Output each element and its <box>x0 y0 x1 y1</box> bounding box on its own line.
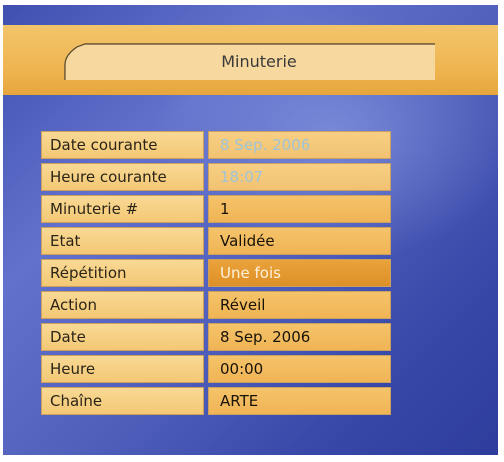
value-date[interactable]: 8 Sep. 2006 <box>208 323 391 351</box>
value-minuterie-number[interactable]: 1 <box>208 195 391 223</box>
value-heure-courante: 18:07 <box>208 163 391 191</box>
label-date: Date <box>41 323 204 351</box>
label-heure-courante: Heure courante <box>41 163 204 191</box>
value-date-courante: 8 Sep. 2006 <box>208 131 391 159</box>
tv-screen: Minuterie Date courante 8 Sep. 2006 Heur… <box>3 5 498 455</box>
row-repetition[interactable]: Répétition Une fois <box>41 259 391 287</box>
row-heure-courante: Heure courante 18:07 <box>41 163 391 191</box>
row-date-courante: Date courante 8 Sep. 2006 <box>41 131 391 159</box>
row-heure[interactable]: Heure 00:00 <box>41 355 391 383</box>
value-chaine[interactable]: ARTE <box>208 387 391 415</box>
value-heure[interactable]: 00:00 <box>208 355 391 383</box>
label-chaine: Chaîne <box>41 387 204 415</box>
title-tab: Minuterie <box>63 43 435 81</box>
label-heure: Heure <box>41 355 204 383</box>
row-chaine[interactable]: Chaîne ARTE <box>41 387 391 415</box>
page-title: Minuterie <box>221 52 297 71</box>
value-etat[interactable]: Validée <box>208 227 391 255</box>
label-minuterie-number: Minuterie # <box>41 195 204 223</box>
value-action[interactable]: Réveil <box>208 291 391 319</box>
row-action[interactable]: Action Réveil <box>41 291 391 319</box>
label-etat: Etat <box>41 227 204 255</box>
value-repetition[interactable]: Une fois <box>208 259 391 287</box>
row-minuterie-number[interactable]: Minuterie # 1 <box>41 195 391 223</box>
label-date-courante: Date courante <box>41 131 204 159</box>
label-action: Action <box>41 291 204 319</box>
row-etat[interactable]: Etat Validée <box>41 227 391 255</box>
row-date[interactable]: Date 8 Sep. 2006 <box>41 323 391 351</box>
label-repetition: Répétition <box>41 259 204 287</box>
